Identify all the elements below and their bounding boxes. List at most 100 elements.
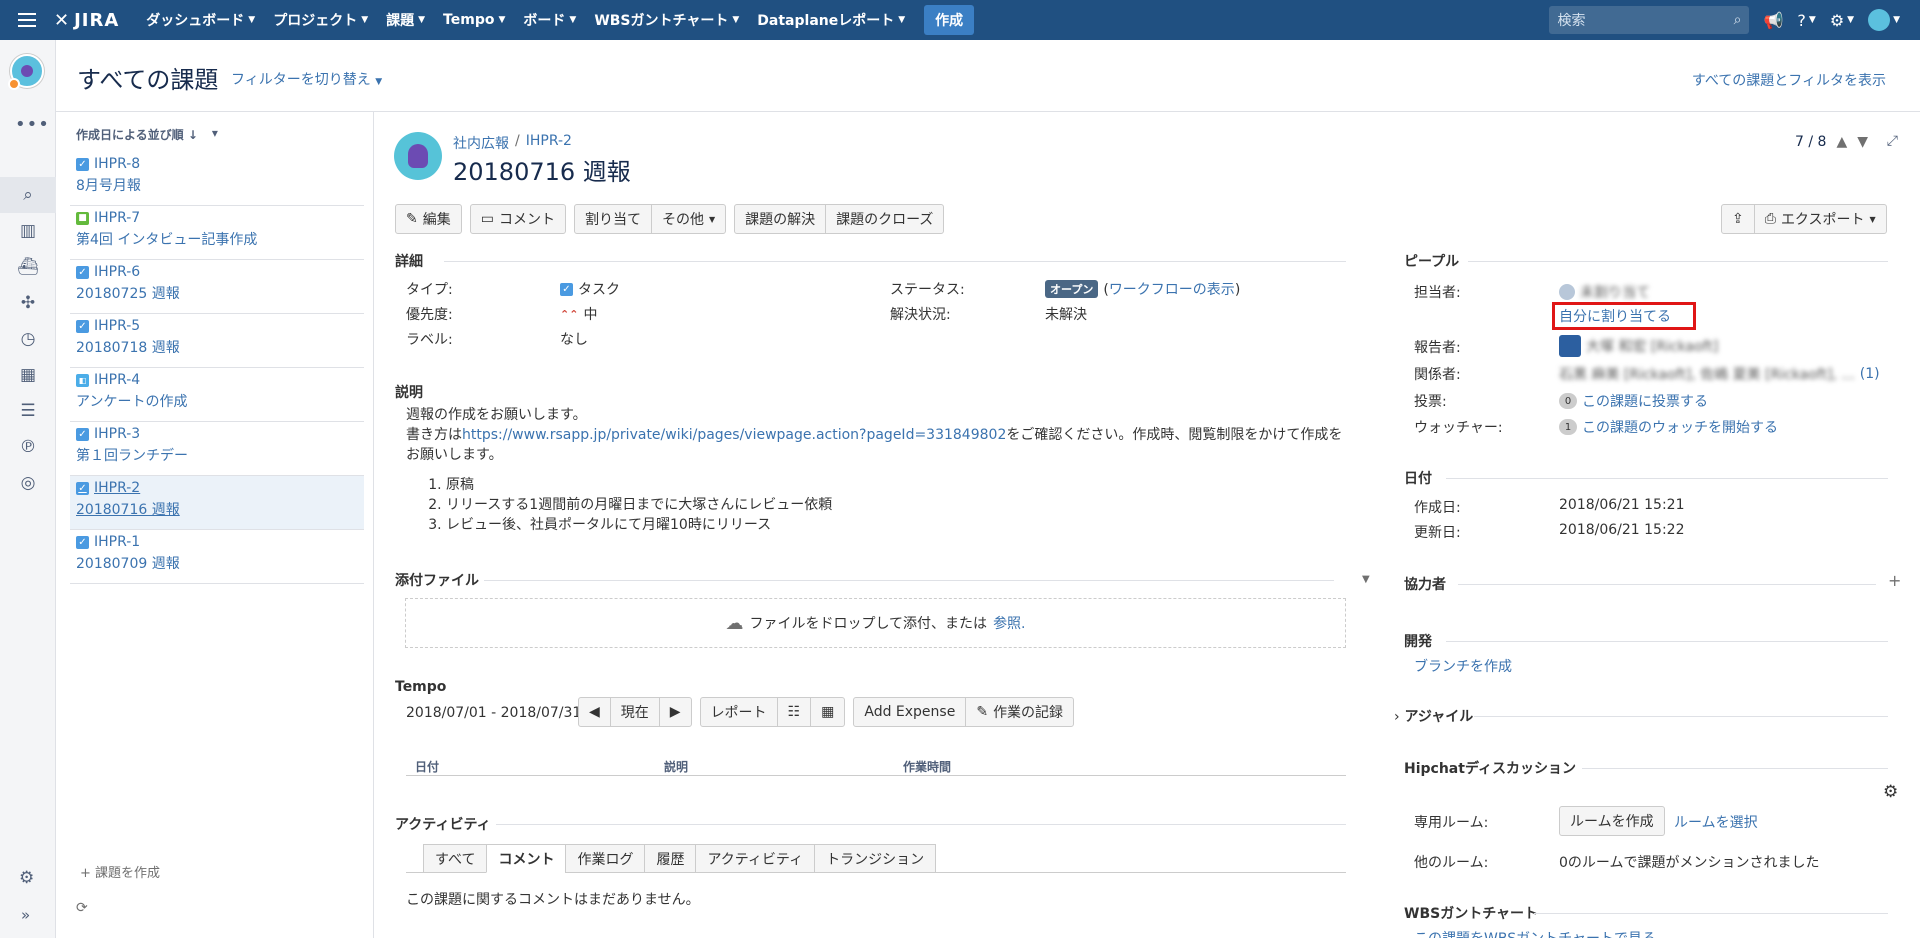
timesheet-icon[interactable]: ◷ xyxy=(0,321,56,357)
nav-dashboards[interactable]: ダッシュボード ▼ xyxy=(137,0,264,40)
nav-boards[interactable]: ボード ▼ xyxy=(514,0,585,40)
create-room-button[interactable]: ルームを作成 xyxy=(1559,806,1665,836)
priority-label: 優先度: xyxy=(406,307,453,323)
menu-icon[interactable] xyxy=(0,0,54,40)
tab-worklog[interactable]: 作業ログ xyxy=(565,844,646,873)
next-period-icon[interactable]: ▶ xyxy=(658,697,692,727)
involved-more-link[interactable]: (1) xyxy=(1860,366,1880,382)
refresh-icon[interactable]: ⟳ xyxy=(76,900,88,916)
type-label: タイプ: xyxy=(406,282,453,298)
grid-view-icon[interactable]: ▦ xyxy=(810,697,846,727)
create-button[interactable]: 作成 xyxy=(924,5,975,35)
more-icon[interactable]: ••• xyxy=(15,114,50,135)
previous-period-icon[interactable]: ◀ xyxy=(578,697,611,727)
nav-dataplane-reports[interactable]: Dataplaneレポート ▼ xyxy=(748,0,914,40)
switch-filter-link[interactable]: フィルターを切り替え ▼ xyxy=(231,69,382,89)
breadcrumb-issue-key[interactable]: IHPR-2 xyxy=(526,133,572,153)
attachment-dropzone[interactable]: ☁ ファイルをドロップして添付、または 参照. xyxy=(405,598,1346,648)
tempo-table-header: 日付 説明 作業時間 xyxy=(406,752,1346,776)
planning-icon[interactable]: ℗ xyxy=(0,429,56,465)
nav-wbs-gantt[interactable]: WBSガントチャート ▼ xyxy=(585,0,748,40)
nav-issues[interactable]: 課題 ▼ xyxy=(377,0,434,40)
help-icon[interactable]: ? ▼ xyxy=(1797,11,1815,30)
nav-tempo[interactable]: Tempo ▼ xyxy=(434,0,514,40)
top-navigation-bar: ✕ JIRA ダッシュボード ▼ プロジェクト ▼ 課題 ▼ Tempo ▼ ボード ▼ … xyxy=(0,0,1920,40)
assign-button[interactable]: 割り当て xyxy=(573,204,652,234)
reporter-value[interactable]: 大塚 和宏 [Rickaoft] xyxy=(1559,335,1718,357)
megaphone-icon[interactable]: 📢 xyxy=(1763,11,1783,30)
report-button[interactable]: レポート xyxy=(699,697,778,727)
export-button[interactable]: ⎙ エクスポート ▼ xyxy=(1753,204,1887,234)
sort-order[interactable]: 作成日による並び順 ↓ ▾ xyxy=(76,126,218,143)
expand-sidebar-icon[interactable]: » xyxy=(21,906,30,924)
sort-options-chevron-icon[interactable]: ▾ xyxy=(212,126,218,143)
previous-issue-icon[interactable]: ▲ xyxy=(1836,134,1847,150)
assignee-value[interactable]: 未割り当て xyxy=(1559,282,1650,302)
list-item[interactable]: ✓ IHPR-8 8月号月報 xyxy=(70,152,364,206)
add-collaborator-icon[interactable]: + xyxy=(1888,571,1901,590)
add-expense-button[interactable]: Add Expense xyxy=(853,697,967,727)
attachments-options-chevron-icon[interactable]: ▼ xyxy=(1362,574,1370,585)
jira-logo[interactable]: ✕ JIRA xyxy=(54,10,119,31)
list-view-icon[interactable]: ☷ xyxy=(776,697,812,727)
section-divider xyxy=(496,824,1346,825)
issue-list: ✓ IHPR-8 8月号月報 ■ IHPR-7 第4回 インタビュー記事作成 ✓ IH… xyxy=(70,152,364,584)
list-item[interactable]: ✓ IHPR-3 第１回ランチデー xyxy=(70,422,364,476)
tab-all[interactable]: すべて xyxy=(423,844,488,873)
show-all-issues-link[interactable]: すべての課題とフィルタを表示 xyxy=(1692,70,1886,90)
wiki-link[interactable]: https://www.rsapp.jp/private/wiki/pages/… xyxy=(462,427,1006,443)
reports-icon[interactable]: ▥ xyxy=(0,213,56,249)
log-work-button[interactable]: ✎ 作業の記録 xyxy=(965,697,1075,727)
nav-projects[interactable]: プロジェクト ▼ xyxy=(264,0,377,40)
no-comments-message: この課題に関するコメントはまだありません。 xyxy=(406,892,700,908)
agile-section-toggle[interactable]: › アジャイル xyxy=(1394,706,1473,726)
list-item-selected[interactable]: ✓ IHPR-2 20180716 週報 xyxy=(70,476,364,530)
edit-button[interactable]: ✎ 編集 xyxy=(395,204,462,234)
tab-comments[interactable]: コメント xyxy=(486,844,567,873)
create-branch-link[interactable]: ブランチを作成 xyxy=(1414,656,1512,676)
list-item[interactable]: ✓ IHPR-1 20180709 週報 xyxy=(70,530,364,584)
description-body[interactable]: 週報の作成をお願いします。 書き方はhttps://www.rsapp.jp/p… xyxy=(406,405,1346,535)
hipchat-settings-gear-icon[interactable]: ⚙ xyxy=(1883,782,1898,802)
vote-link[interactable]: この課題に投票する xyxy=(1582,391,1708,411)
tab-activity[interactable]: アクティビティ xyxy=(695,844,816,873)
search-input[interactable]: 検索 ⌕ xyxy=(1549,6,1750,34)
wbs-view-link[interactable]: この課題をWBSガントチャートで見る xyxy=(1414,928,1656,938)
tab-history[interactable]: 履歴 xyxy=(644,844,697,873)
more-actions-button[interactable]: その他 ▼ xyxy=(650,204,727,234)
list-item[interactable]: ■ IHPR-7 第4回 インタビュー記事作成 xyxy=(70,206,364,260)
issue-title[interactable]: 20180716 週報 xyxy=(453,152,631,187)
settings-gear-icon[interactable]: ⚙ ▼ xyxy=(1830,11,1854,30)
expand-icon[interactable]: ⤢ xyxy=(1887,133,1898,149)
assign-to-me-link[interactable]: 自分に割り当てる xyxy=(1552,302,1696,330)
user-avatar[interactable]: ▼ xyxy=(1868,9,1900,31)
calendar-icon[interactable]: ▦ xyxy=(0,357,56,393)
list-item[interactable]: ✓ IHPR-6 20180725 週報 xyxy=(70,260,364,314)
select-room-link[interactable]: ルームを選択 xyxy=(1674,812,1758,832)
resolve-issue-button[interactable]: 課題の解決 xyxy=(734,204,827,234)
activity-section-title: アクティビティ xyxy=(395,817,491,833)
search-issues-icon[interactable]: ⌕ xyxy=(0,177,56,213)
project-settings-icon[interactable]: ⚙ xyxy=(19,868,34,888)
breadcrumb-project[interactable]: 社内広報 xyxy=(453,133,509,153)
issue-summary: アンケートの作成 xyxy=(76,394,188,410)
close-issue-button[interactable]: 課題のクローズ xyxy=(825,204,945,234)
tempo-section-title: Tempo xyxy=(395,679,447,695)
watch-link[interactable]: この課題のウォッチを開始する xyxy=(1582,417,1778,437)
dataplane-icon[interactable]: ◎ xyxy=(0,465,56,501)
current-period-button[interactable]: 現在 xyxy=(609,697,660,727)
gantt-icon[interactable]: ☰ xyxy=(0,393,56,429)
view-workflow-link[interactable]: ワークフローの表示 xyxy=(1109,282,1235,298)
releases-icon[interactable]: ⛴ xyxy=(0,249,56,285)
page-header: すべての課題 フィルターを切り替え ▼ すべての課題とフィルタを表示 xyxy=(56,40,1920,112)
share-icon[interactable]: ⇪ xyxy=(1721,204,1755,234)
components-icon[interactable]: ✣ xyxy=(0,285,56,321)
comment-button[interactable]: ▭ コメント xyxy=(469,204,566,234)
browse-files-link[interactable]: 参照. xyxy=(993,613,1025,633)
list-item[interactable]: ◧ IHPR-4 アンケートの作成 xyxy=(70,368,364,422)
next-issue-icon[interactable]: ▼ xyxy=(1857,134,1868,150)
list-item[interactable]: ✓ IHPR-5 20180718 週報 xyxy=(70,314,364,368)
create-issue-link[interactable]: + 課題を作成 xyxy=(80,862,160,881)
task-type-icon: ✓ xyxy=(76,319,89,333)
tab-transitions[interactable]: トランジション xyxy=(814,844,937,873)
